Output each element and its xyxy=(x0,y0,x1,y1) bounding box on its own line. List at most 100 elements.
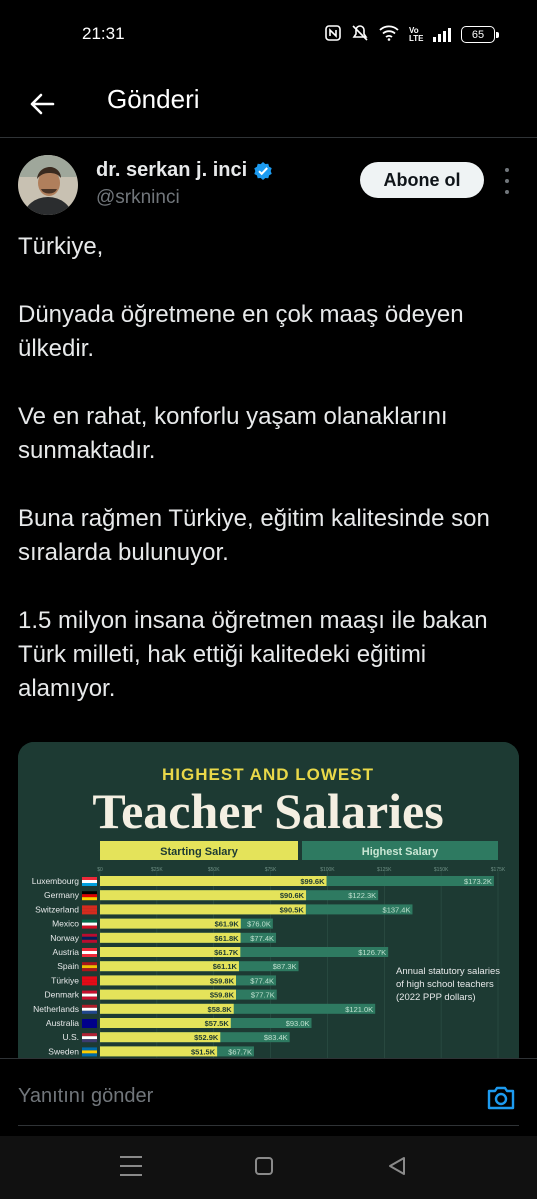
category-label: Norway xyxy=(50,933,80,943)
author-name[interactable]: dr. serkan j. inci xyxy=(96,159,273,182)
bar-label-starting: $59.8K xyxy=(210,976,235,985)
x-tick-label: $25K xyxy=(151,867,163,873)
category-label: Spain xyxy=(57,961,79,971)
status-bar: 21:31 Vo LTE 65 xyxy=(0,0,537,70)
recent-apps-icon[interactable] xyxy=(120,1156,142,1176)
flag-icon xyxy=(82,877,97,886)
category-label: Türkiye xyxy=(51,975,79,985)
x-tick-label: $100K xyxy=(320,867,335,873)
category-label: Austria xyxy=(53,947,80,957)
chart-annotation: of high school teachers xyxy=(396,979,494,990)
category-label: Sweden xyxy=(48,1046,79,1056)
bar-label-highest: $173.2K xyxy=(464,877,492,886)
flag-icon xyxy=(82,1047,97,1057)
status-icons: Vo LTE 65 xyxy=(325,24,499,45)
flag-icon xyxy=(82,919,97,929)
volte-icon: Vo LTE xyxy=(409,25,424,43)
bar-label-starting: $57.5K xyxy=(205,1019,230,1028)
bar-label-starting: $99.6K xyxy=(300,877,325,886)
bar-label-highest: $83.4K xyxy=(264,1033,288,1042)
post-paragraph: Dünyada öğretmene en çok maaş ödeyen ülk… xyxy=(18,301,464,362)
bar-label-highest: $67.7K xyxy=(228,1047,252,1056)
bar-label-highest: $121.0K xyxy=(345,1005,373,1014)
more-vertical-icon[interactable] xyxy=(500,168,514,194)
category-label: Australia xyxy=(46,1018,79,1028)
chart-annotation: Annual statutory salaries xyxy=(396,966,500,977)
camera-icon[interactable] xyxy=(484,1081,518,1115)
flag-icon xyxy=(82,1033,97,1043)
x-tick-label: $150K xyxy=(434,867,449,873)
arrow-left-icon xyxy=(30,93,55,115)
bar-label-starting: $61.7K xyxy=(214,948,239,957)
category-label: Switzerland xyxy=(35,904,79,914)
x-tick-label: $0 xyxy=(97,867,103,873)
flag-icon xyxy=(82,905,97,915)
flag-icon xyxy=(82,891,97,901)
bar-label-starting: $61.1K xyxy=(213,962,238,971)
x-tick-label: $75K xyxy=(265,867,277,873)
category-label: Netherlands xyxy=(33,1004,79,1014)
bar-label-highest: $137.4K xyxy=(383,905,411,914)
post-paragraph: 1.5 milyon insana öğretmen maaşı ile bak… xyxy=(18,607,488,702)
chart-title: Teacher Salaries xyxy=(92,783,443,839)
bar-label-starting: $61.9K xyxy=(215,920,240,929)
bar-starting xyxy=(100,890,307,901)
category-label: U.S. xyxy=(62,1032,79,1042)
system-nav-bar xyxy=(0,1136,537,1199)
bar-label-highest: $77.4K xyxy=(250,976,274,985)
page-title: Gönderi xyxy=(107,84,200,114)
flag-icon xyxy=(82,990,97,1000)
flag-icon xyxy=(82,948,97,957)
bar-label-starting: $52.9K xyxy=(194,1033,219,1042)
verified-badge-icon xyxy=(254,161,272,180)
x-tick-label: $125K xyxy=(377,867,392,873)
x-tick-label: $50K xyxy=(208,867,220,873)
divider xyxy=(18,1125,519,1126)
back-button[interactable] xyxy=(20,82,64,126)
bar-starting xyxy=(100,876,327,886)
chart-annotation: (2022 PPP dollars) xyxy=(396,992,476,1003)
nfc-icon xyxy=(325,25,341,44)
category-label: Mexico xyxy=(52,919,79,929)
reply-input[interactable]: Yanıtını gönder xyxy=(18,1085,153,1108)
flag-icon xyxy=(82,1019,97,1028)
bar-label-starting: $58.8K xyxy=(208,1005,233,1014)
post-paragraph: Buna rağmen Türkiye, eğitim kalitesinde … xyxy=(18,505,490,566)
post-paragraph: Türkiye, xyxy=(18,233,104,260)
legend-starting-label: Starting Salary xyxy=(160,846,239,858)
legend-highest-label: Highest Salary xyxy=(362,846,439,858)
post-text: Türkiye, Dünyada öğretmene en çok maaş ö… xyxy=(18,230,523,740)
author-handle[interactable]: @srkninci xyxy=(96,187,180,209)
flag-icon xyxy=(82,933,97,943)
bar-label-highest: $87.3K xyxy=(273,962,297,971)
follow-button[interactable]: Abone ol xyxy=(360,162,484,198)
back-triangle-icon[interactable] xyxy=(386,1155,408,1182)
mute-icon xyxy=(351,24,369,45)
bar-label-starting: $90.6K xyxy=(280,891,305,900)
category-label: Germany xyxy=(44,890,80,900)
bar-label-highest: $93.0K xyxy=(286,1019,310,1028)
home-icon[interactable] xyxy=(255,1157,273,1175)
top-app-bar: Gönderi xyxy=(0,70,537,138)
bar-label-highest: $77.4K xyxy=(250,934,274,943)
bar-label-starting: $90.5K xyxy=(280,905,305,914)
chart-supertitle: HIGHEST AND LOWEST xyxy=(162,765,374,784)
battery-icon: 65 xyxy=(461,26,499,43)
author-name-text: dr. serkan j. inci xyxy=(96,159,248,181)
wifi-icon xyxy=(379,25,399,44)
bar-starting xyxy=(100,904,306,915)
bar-label-highest: $77.7K xyxy=(251,991,275,1000)
post-paragraph: Ve en rahat, konforlu yaşam olanaklarını… xyxy=(18,403,448,464)
bar-label-starting: $59.8K xyxy=(210,991,235,1000)
bar-label-starting: $51.5K xyxy=(191,1047,216,1056)
flag-icon xyxy=(82,1004,97,1014)
flag-icon xyxy=(82,976,97,986)
signal-icon xyxy=(433,27,451,42)
post-media-chart[interactable]: HIGHEST AND LOWEST Teacher Salaries Star… xyxy=(18,742,519,1072)
category-label: Luxembourg xyxy=(32,876,80,886)
category-label: Denmark xyxy=(45,990,80,1000)
reply-bar: Yanıtını gönder xyxy=(0,1058,537,1136)
flag-icon xyxy=(82,962,97,972)
teacher-salaries-chart: HIGHEST AND LOWEST Teacher Salaries Star… xyxy=(18,742,519,1072)
avatar[interactable] xyxy=(18,155,78,215)
